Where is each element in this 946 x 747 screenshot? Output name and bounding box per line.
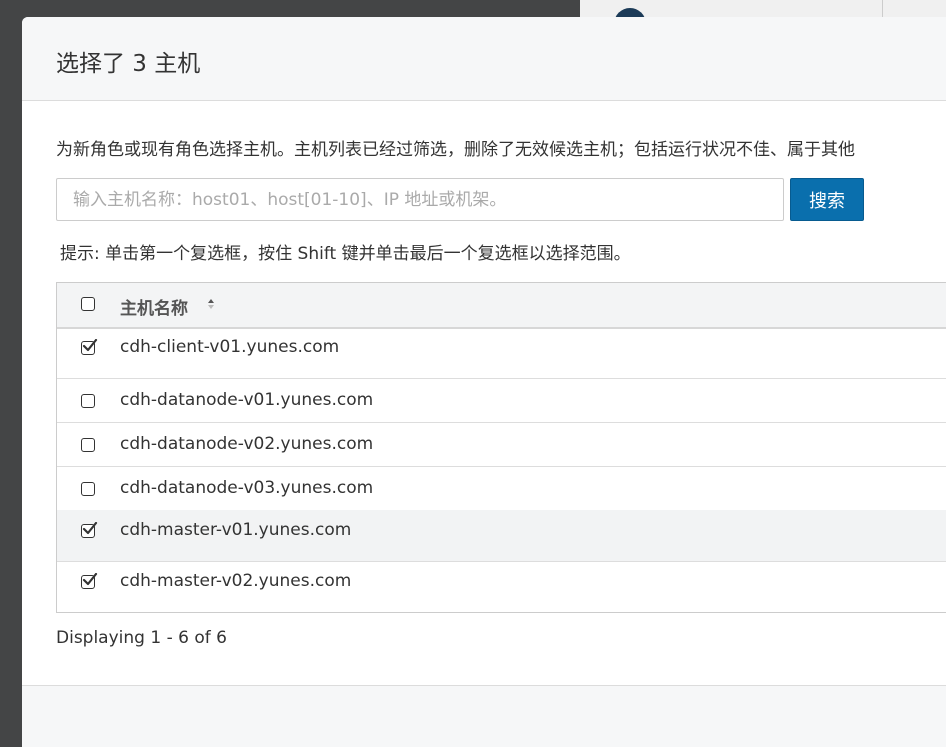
checked-checkbox-icon — [81, 573, 98, 589]
checkbox-box — [81, 297, 95, 311]
dialog-title: 选择了 3 主机 — [56, 51, 201, 77]
sort-ascending-icon[interactable] — [207, 297, 215, 311]
dialog-description: 为新角色或现有角色选择主机。主机列表已经过筛选，删除了无效候选主机；包括运行状况… — [56, 140, 855, 160]
row-checkbox[interactable] — [81, 482, 95, 496]
host-name: cdh-master-v01.yunes.com — [120, 520, 352, 540]
selection-hint: 提示: 单击第一个复选框，按住 Shift 键并单击最后一个复选框以选择范围。 — [60, 244, 631, 264]
table-row[interactable]: cdh-master-v01.yunes.com — [57, 510, 946, 562]
checkbox-icon — [81, 394, 95, 408]
table-row[interactable]: cdh-datanode-v02.yunes.com — [57, 422, 946, 467]
table-row[interactable]: cdh-datanode-v01.yunes.com — [57, 378, 946, 423]
table-row[interactable]: cdh-client-v01.yunes.com — [57, 327, 946, 379]
checked-checkbox-icon — [81, 522, 98, 538]
select-hosts-dialog: 选择了 3 主机 为新角色或现有角色选择主机。主机列表已经过筛选，删除了无效候选… — [22, 17, 946, 747]
table-row[interactable]: cdh-master-v02.yunes.com — [57, 561, 946, 612]
column-header-hostname[interactable]: 主机名称 — [120, 294, 188, 319]
row-checkbox[interactable] — [81, 394, 95, 408]
row-checkbox[interactable] — [81, 438, 95, 452]
select-all-checkbox[interactable] — [81, 297, 95, 311]
dialog-footer — [22, 685, 946, 747]
checked-checkbox-icon — [81, 339, 98, 355]
host-name: cdh-client-v01.yunes.com — [120, 337, 340, 357]
host-search-input[interactable] — [56, 178, 784, 221]
dialog-header: 选择了 3 主机 — [22, 17, 946, 101]
background-divider — [882, 0, 883, 18]
row-checkbox[interactable] — [81, 573, 98, 589]
pagination-info: Displaying 1 - 6 of 6 — [56, 628, 227, 648]
host-name: cdh-datanode-v03.yunes.com — [120, 478, 374, 498]
table-header: 主机名称 — [57, 283, 946, 329]
hosts-table: 主机名称 cdh-client-v01.yunes.com cdh-datanod… — [56, 282, 946, 613]
table-row[interactable]: cdh-datanode-v03.yunes.com — [57, 466, 946, 511]
host-name: cdh-master-v02.yunes.com — [120, 571, 352, 591]
row-checkbox[interactable] — [81, 522, 98, 538]
host-name: cdh-datanode-v02.yunes.com — [120, 434, 374, 454]
checkbox-icon — [81, 482, 95, 496]
host-name: cdh-datanode-v01.yunes.com — [120, 390, 374, 410]
row-checkbox[interactable] — [81, 339, 98, 355]
checkbox-icon — [81, 438, 95, 452]
search-button[interactable]: 搜索 — [790, 178, 864, 221]
